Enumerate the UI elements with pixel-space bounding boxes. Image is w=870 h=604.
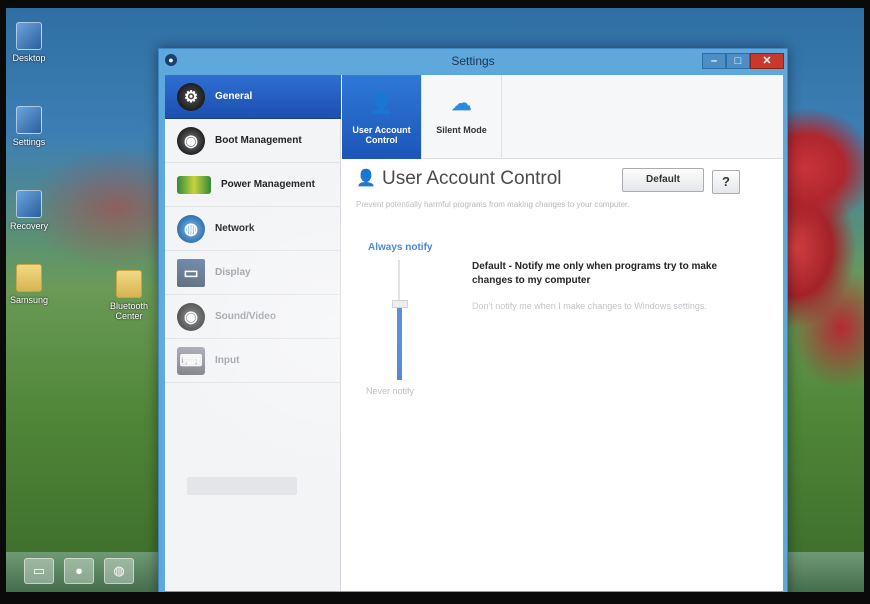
- settings-app-icon: [16, 106, 42, 134]
- sidebar-item-general[interactable]: ⚙ General: [165, 75, 341, 119]
- battery-icon: [177, 175, 211, 194]
- help-button[interactable]: ?: [712, 170, 740, 194]
- monitor-icon: ▭: [177, 258, 205, 287]
- desktop-icon[interactable]: Desktop: [6, 22, 60, 63]
- desktop: Desktop Settings Recovery Samsung Blueto…: [6, 8, 864, 592]
- page-description: Prevent potentially harmful programs fro…: [356, 200, 630, 209]
- sidebar-item-label: Sound/Video: [215, 311, 276, 322]
- desktop-icon[interactable]: Bluetooth Center: [98, 270, 160, 321]
- taskbar-globe-icon[interactable]: ◍: [104, 558, 134, 584]
- folder-icon: [116, 270, 142, 298]
- recovery-app-icon: [16, 190, 42, 218]
- tab-silent-mode[interactable]: ☁ Silent Mode: [422, 75, 502, 159]
- desktop-icon-label: Bluetooth Center: [109, 301, 149, 321]
- slider-thumb[interactable]: [392, 300, 408, 308]
- default-button[interactable]: Default: [622, 168, 704, 192]
- sidebar-item-label: Network: [215, 223, 255, 234]
- gear-icon: ⚙: [177, 82, 205, 111]
- setting-title: Default - Notify me only when programs t…: [472, 261, 718, 286]
- settings-window: ● Settings – □ ✕ ⚙ General ◉ Boot Manage…: [158, 48, 788, 592]
- setting-description: Don't notify me when I make changes to W…: [472, 301, 707, 311]
- sidebar-item-label: Boot Management: [215, 135, 302, 146]
- desktop-icon-label: Samsung: [9, 295, 49, 305]
- tab-user-account-control[interactable]: 👤 User Account Control: [342, 75, 422, 159]
- taskbar-user-icon[interactable]: ●: [64, 558, 94, 584]
- taskbar-folder-icon[interactable]: ▭: [24, 558, 54, 584]
- close-button[interactable]: ✕: [750, 53, 784, 69]
- sidebar-item-label: Display: [215, 267, 251, 278]
- sidebar-footer-bar: [187, 477, 297, 495]
- minimize-button[interactable]: –: [702, 53, 726, 69]
- desktop-icon-label: Recovery: [9, 221, 48, 231]
- window-client: ⚙ General ◉ Boot Management Power Manage…: [165, 75, 783, 591]
- boot-icon: ◉: [177, 126, 205, 155]
- desktop-app-icon: [16, 22, 42, 50]
- sidebar-item-power-management[interactable]: Power Management: [165, 163, 341, 207]
- desktop-icon[interactable]: Samsung: [6, 264, 60, 305]
- sidebar: ⚙ General ◉ Boot Management Power Manage…: [165, 75, 341, 591]
- tab-label: Silent Mode: [436, 125, 487, 135]
- desktop-icon-label: Settings: [12, 137, 46, 147]
- user-icon: 👤: [356, 170, 376, 187]
- sidebar-item-label: Input: [215, 355, 240, 366]
- user-shield-icon: 👤: [369, 93, 394, 115]
- tab-bar: 👤 User Account Control ☁ Silent Mode: [342, 75, 783, 159]
- sidebar-item-input[interactable]: ⌨ Input: [165, 339, 341, 383]
- speaker-icon: ◉: [177, 302, 205, 331]
- keyboard-icon: ⌨: [177, 346, 205, 375]
- sidebar-item-sound-video[interactable]: ◉ Sound/Video: [165, 295, 341, 339]
- title-bar[interactable]: ● Settings – □ ✕: [159, 49, 787, 73]
- maximize-button[interactable]: □: [726, 53, 750, 69]
- slider-fill: [397, 308, 402, 380]
- tab-label: User Account Control: [352, 125, 411, 145]
- desktop-icon[interactable]: Settings: [6, 106, 60, 147]
- page-title: User Account Control: [382, 168, 562, 189]
- folder-icon: [16, 264, 42, 292]
- sidebar-item-label: General: [215, 91, 253, 102]
- slider-bottom-label: Never notify: [366, 386, 415, 396]
- desktop-icon[interactable]: Recovery: [6, 190, 60, 231]
- sidebar-item-network[interactable]: ◍ Network: [165, 207, 341, 251]
- sidebar-item-boot-management[interactable]: ◉ Boot Management: [165, 119, 341, 163]
- sidebar-item-display[interactable]: ▭ Display: [165, 251, 341, 295]
- content-panel: 👤 User Account Control Default ? Prevent…: [342, 160, 783, 591]
- desktop-icon-label: Desktop: [12, 53, 46, 63]
- slider-top-label: Always notify: [368, 242, 433, 253]
- sidebar-item-label: Power Management: [221, 179, 315, 190]
- globe-icon: ◍: [177, 214, 205, 243]
- silent-mode-icon: ☁: [451, 93, 472, 115]
- window-title: Settings: [451, 54, 495, 68]
